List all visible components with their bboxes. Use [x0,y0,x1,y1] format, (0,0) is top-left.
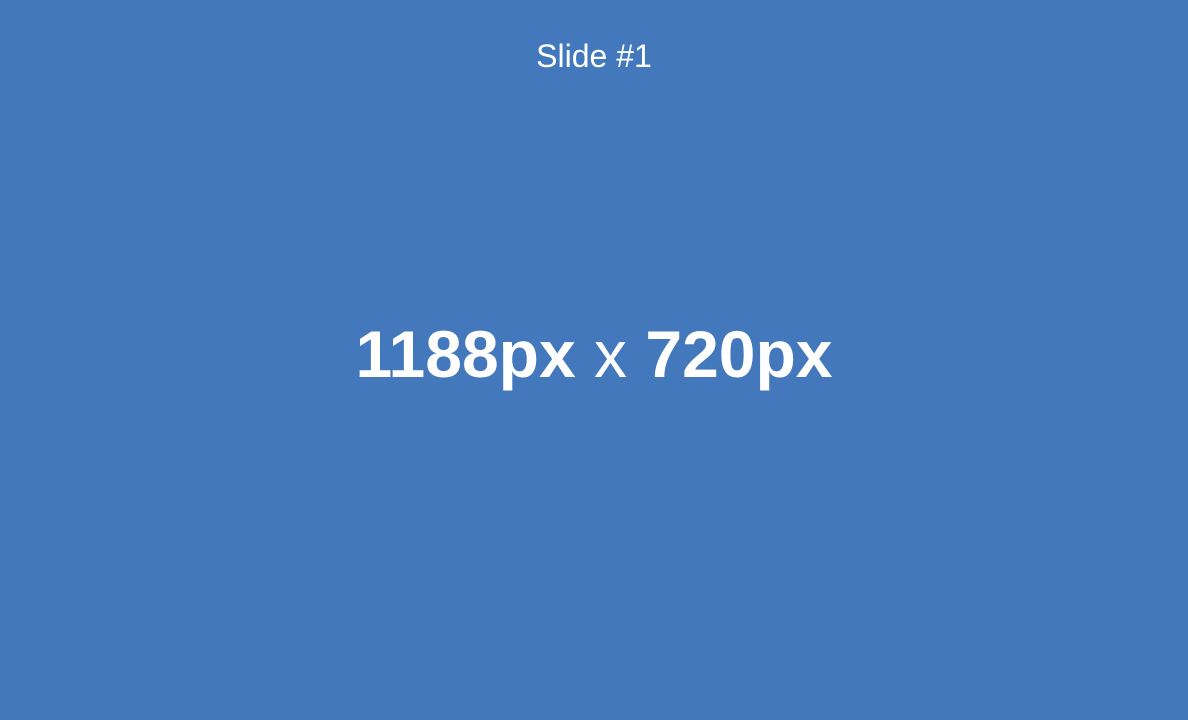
dimension-separator: x [594,317,628,391]
width-value: 1188px [355,317,576,391]
slide: Slide #1 1188px x 720px [0,0,1188,720]
dimensions-text: 1188px x 720px [0,314,1188,394]
slide-label: Slide #1 [536,38,652,74]
height-value: 720px [645,317,833,391]
